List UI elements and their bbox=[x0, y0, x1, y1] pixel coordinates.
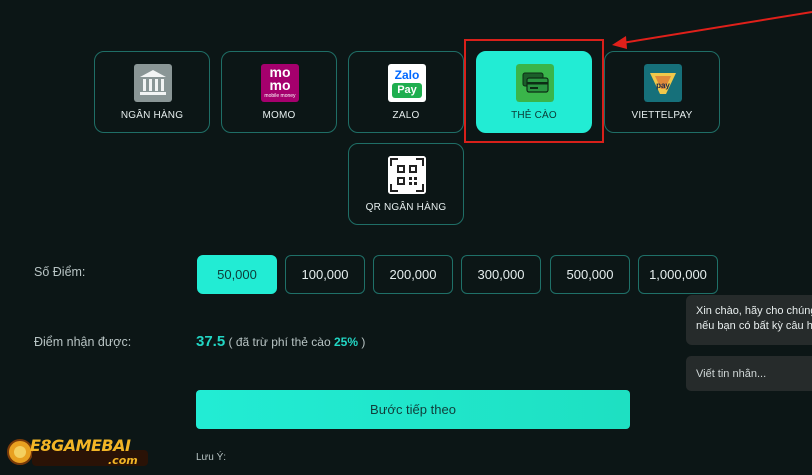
note-label: Lưu Ý: bbox=[196, 452, 227, 463]
fee-percent: 25% bbox=[333, 335, 359, 349]
method-bank[interactable]: NGÂN HÀNG bbox=[94, 51, 210, 133]
method-zalo-label: ZALO bbox=[392, 110, 420, 121]
received-value: 37.5 bbox=[196, 333, 226, 350]
logo-subtext: .com bbox=[108, 454, 138, 467]
bank-icon bbox=[134, 64, 172, 102]
zalopay-icon: Zalo Pay bbox=[388, 64, 426, 102]
amount-option-200000[interactable]: 200,000 bbox=[373, 255, 453, 294]
chat-message-input[interactable] bbox=[686, 356, 812, 391]
method-momo-label: MOMO bbox=[262, 110, 296, 121]
method-viettelpay[interactable]: pay VIETTELPAY bbox=[604, 51, 720, 133]
next-step-button[interactable]: Bước tiếp theo bbox=[196, 390, 630, 429]
chat-greeting-bubble: Xin chào, hãy cho chúng nếu bạn có bất k… bbox=[686, 295, 812, 345]
method-bank-label: NGÂN HÀNG bbox=[120, 110, 184, 121]
zalopay-icon-top: Zalo bbox=[394, 68, 420, 82]
highlight-box bbox=[464, 39, 604, 143]
amount-option-1000000[interactable]: 1,000,000 bbox=[638, 255, 718, 294]
momo-icon-subtext: mobile money bbox=[264, 93, 296, 99]
method-qr-bank-label: QR NGÂN HÀNG bbox=[365, 202, 447, 213]
points-label: Số Điểm: bbox=[34, 265, 86, 279]
amount-option-500000[interactable]: 500,000 bbox=[550, 255, 630, 294]
method-qr-bank[interactable]: QR NGÂN HÀNG bbox=[348, 143, 464, 225]
method-zalo[interactable]: Zalo Pay ZALO bbox=[348, 51, 464, 133]
chat-greeting-line-2: nếu bạn có bất kỳ câu h bbox=[696, 320, 812, 332]
received-result: 37.5 ( đã trừ phí thẻ cào 25% ) bbox=[196, 333, 365, 350]
method-viettelpay-label: VIETTELPAY bbox=[631, 110, 693, 121]
logo-text: E8GAMEBAI bbox=[30, 436, 131, 455]
qr-icon bbox=[388, 156, 426, 194]
received-label: Điểm nhận được: bbox=[34, 335, 132, 349]
zalopay-icon-bottom: Pay bbox=[392, 83, 422, 98]
momo-icon-text-2: mo bbox=[269, 77, 291, 93]
amount-option-100000[interactable]: 100,000 bbox=[285, 255, 365, 294]
viettelpay-icon: pay bbox=[644, 64, 682, 102]
received-note-suffix: ) bbox=[361, 335, 366, 349]
method-momo[interactable]: mo mo mobile money MOMO bbox=[221, 51, 337, 133]
momo-icon: mo mo mobile money bbox=[261, 64, 299, 102]
chat-greeting-line-1: Xin chào, hãy cho chúng bbox=[696, 305, 812, 317]
site-logo[interactable]: E8GAMEBAI .com bbox=[4, 432, 150, 470]
amount-option-300000[interactable]: 300,000 bbox=[461, 255, 541, 294]
received-note-prefix: ( đã trừ phí thẻ cào bbox=[228, 335, 331, 349]
svg-text:pay: pay bbox=[656, 81, 670, 90]
amount-option-50000[interactable]: 50,000 bbox=[197, 255, 277, 294]
